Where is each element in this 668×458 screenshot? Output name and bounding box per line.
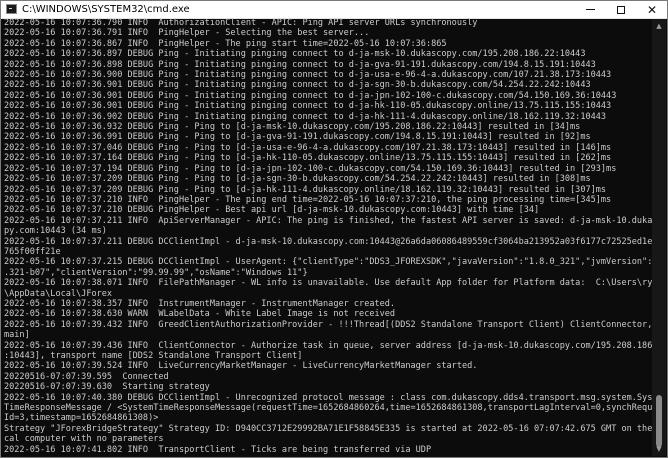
console-line: 2022-05-16 10:07:37.209 DEBUG Ping - Pin… — [4, 174, 591, 185]
scrollbar-thumb[interactable] — [656, 395, 662, 447]
cmd-window: C:\WINDOWS\SYSTEM32\cmd.exe ✕ 2022-05-16… — [0, 0, 668, 458]
close-icon: ✕ — [646, 2, 658, 17]
console-line: TimeResponseMessage / <SystemTimeRespons… — [4, 403, 652, 414]
console-line: 2022-05-16 10:07:41.802 INFO TransportCl… — [4, 444, 432, 455]
console-line: 20220516-07:07:39.595 Connected — [4, 371, 169, 382]
console-line: 2022-05-16 10:07:37.209 DEBUG Ping - Pin… — [4, 184, 607, 195]
close-button[interactable]: ✕ — [637, 1, 667, 18]
console-line: main] — [4, 330, 30, 341]
title-bar[interactable]: C:\WINDOWS\SYSTEM32\cmd.exe ✕ — [1, 1, 667, 19]
console-line: 2022-05-16 10:07:39.432 INFO GreedClient… — [4, 319, 652, 330]
scroll-down-icon: ▼ — [656, 445, 662, 453]
console-log-text: 2022-05-16 10:07:36.790 INFO Authorizati… — [4, 18, 652, 455]
console-output[interactable]: 2022-05-16 10:07:36.790 INFO Authorizati… — [4, 18, 652, 457]
console-line: 2022-05-16 10:07:36.902 DEBUG Ping - Ini… — [4, 111, 607, 122]
console-line: 2022-05-16 10:07:36.867 INFO PingHelper … — [4, 38, 447, 49]
console-line: 2022-05-16 10:07:40.380 DEBUG DCClientIm… — [4, 392, 652, 403]
console-line: 2022-05-16 10:07:37.210 INFO PingHelper … — [4, 194, 612, 205]
maximize-button[interactable] — [606, 1, 636, 18]
console-line: 2022-05-16 10:07:39.436 INFO ClientConne… — [4, 340, 652, 351]
console-line: .321-b07","clientVersion":"99.99.99","os… — [4, 267, 308, 278]
console-line: py.com:10443 (34 ms) — [4, 226, 107, 237]
console-line: 2022-05-16 10:07:36.901 DEBUG Ping - Ini… — [4, 90, 617, 101]
vertical-scrollbar[interactable]: ▲ ▼ — [652, 19, 666, 456]
console-line: 2022-05-16 10:07:36.901 DEBUG Ping - Ini… — [4, 101, 612, 112]
console-line: cal computer with no parameters — [4, 434, 164, 445]
console-line: 2022-05-16 10:07:36.897 DEBUG Ping - Ini… — [4, 49, 586, 60]
console-line: 2022-05-16 10:07:37.164 DEBUG Ping - Pin… — [4, 153, 612, 164]
console-line: 2022-05-16 10:07:37.046 DEBUG Ping - Pin… — [4, 142, 612, 153]
console-line: 765f00ff21e — [4, 246, 61, 257]
console-app-icon[interactable] — [6, 4, 17, 14]
console-line: 2022-05-16 10:07:37.211 INFO ApiServerMa… — [4, 215, 652, 226]
console-line: 2022-05-16 10:07:36.932 DEBUG Ping - Pin… — [4, 122, 581, 133]
scroll-up-button[interactable]: ▲ — [652, 19, 666, 33]
console-line: 20220516-07:07:39.630 Starting strategy — [4, 382, 210, 393]
maximize-icon — [617, 5, 625, 14]
minimize-button[interactable] — [575, 1, 605, 18]
console-line: 2022-05-16 10:07:38.357 INFO InstrumentM… — [4, 298, 396, 309]
console-line: 2022-05-16 10:07:37.210 DEBUG PingHelper… — [4, 205, 540, 216]
console-line: 2022-05-16 10:07:36.901 DEBUG Ping - Ini… — [4, 80, 591, 91]
console-line: 2022-05-16 10:07:36.991 DEBUG Ping - Pin… — [4, 132, 591, 143]
console-line: 2022-05-16 10:07:36.791 INFO PingHelper … — [4, 28, 370, 39]
scroll-down-button[interactable]: ▼ — [652, 442, 666, 456]
console-line: 2022-05-16 10:07:37.194 DEBUG Ping - Pin… — [4, 163, 617, 174]
console-line: 2022-05-16 10:07:39.524 INFO LiveCurrenc… — [4, 361, 478, 372]
console-line: 2022-05-16 10:07:38.630 WARN WLabelData … — [4, 309, 396, 320]
scroll-up-icon: ▲ — [656, 22, 662, 30]
console-line: 2022-05-16 10:07:36.900 DEBUG Ping - Ini… — [4, 70, 612, 81]
console-line: Id=3,timestamp=1652684861308)> — [4, 413, 159, 424]
console-line: :10443], transport name [DDS2 Standalone… — [4, 351, 303, 361]
console-line: 2022-05-16 10:07:37.215 DEBUG DCClientIm… — [4, 257, 652, 268]
console-line: \AppData\Local\JForex — [4, 288, 113, 299]
minimize-icon — [585, 9, 595, 10]
console-line: 2022-05-16 10:07:36.790 INFO Authorizati… — [4, 18, 478, 28]
console-line: Strategy "JForexBridgeStrategy" Strategy… — [4, 423, 652, 434]
window-title: C:\WINDOWS\SYSTEM32\cmd.exe — [22, 4, 190, 15]
console-line: 2022-05-16 10:07:36.898 DEBUG Ping - Ini… — [4, 59, 596, 70]
console-line: 2022-05-16 10:07:37.211 DEBUG DCClientIm… — [4, 236, 652, 247]
console-line: 2022-05-16 10:07:38.071 INFO FilePathMan… — [4, 278, 652, 289]
